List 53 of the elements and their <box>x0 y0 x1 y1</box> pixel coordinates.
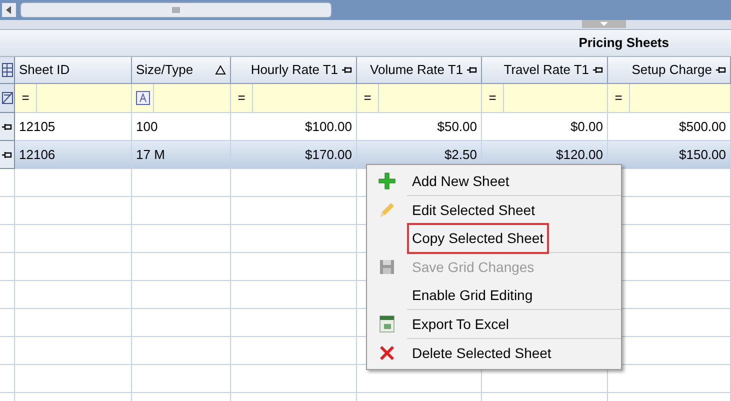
scrollbar-thumb[interactable] <box>20 2 332 18</box>
text-filter-icon[interactable] <box>136 91 150 105</box>
table-cell-text: 100 <box>136 118 158 136</box>
column-chooser-icon[interactable] <box>0 57 15 84</box>
pin-icon[interactable] <box>593 66 603 74</box>
scroll-left-icon[interactable] <box>2 3 16 17</box>
filter-operator[interactable]: = <box>614 88 622 108</box>
spreadsheet-icon <box>379 315 395 333</box>
table-row[interactable]: 12105 100 $100.00 $50.00 $0.00 $500.00 <box>0 113 731 141</box>
table-cell-text: 17 M <box>136 146 165 164</box>
filter-operator[interactable]: = <box>364 88 372 108</box>
table-cell-text: $120.00 <box>556 146 603 164</box>
plus-icon <box>378 172 396 190</box>
filter-operator[interactable]: = <box>22 88 30 108</box>
table-cell-text: $150.00 <box>679 146 726 164</box>
pencil-icon <box>378 201 396 219</box>
pin-icon[interactable] <box>2 122 12 130</box>
column-header[interactable]: Hourly Rate T1 <box>231 57 357 84</box>
menu-item[interactable]: Delete Selected Sheet <box>407 338 556 368</box>
empty-row-selector <box>0 337 15 365</box>
table-cell-text: $50.00 <box>437 118 477 136</box>
pin-icon[interactable] <box>716 66 726 74</box>
column-header[interactable]: Travel Rate T1 <box>482 57 608 84</box>
empty-row-selector <box>0 253 15 281</box>
empty-row-selector <box>0 197 15 225</box>
empty-row-selector <box>0 225 15 253</box>
table-row[interactable]: 12106 17 M $170.00 $2.50 $120.00 $150.00 <box>0 141 731 169</box>
table-cell-text: $0.00 <box>570 118 603 136</box>
table-cell-text: $100.00 <box>305 118 352 136</box>
menu-item[interactable]: Enable Grid Editing <box>407 280 538 310</box>
filter-operator[interactable]: = <box>488 88 496 108</box>
column-header[interactable]: Volume Rate T1 <box>357 57 482 84</box>
x-mark-icon <box>378 344 396 362</box>
pin-icon[interactable] <box>467 66 477 74</box>
table-cell-text: $500.00 <box>679 118 726 136</box>
table-cell-text: 12105 <box>19 118 56 136</box>
filter-operator[interactable]: = <box>238 88 246 108</box>
sort-triangle-icon <box>215 65 226 75</box>
clear-filter-icon[interactable] <box>0 84 15 113</box>
column-header[interactable]: Setup Charge <box>608 57 731 84</box>
menu-item[interactable]: Edit Selected Sheet <box>407 194 540 226</box>
table-cell-text: $170.00 <box>305 146 352 164</box>
pin-icon[interactable] <box>342 66 352 74</box>
empty-row-selector <box>0 309 15 337</box>
empty-row-selector <box>0 281 15 309</box>
menu-item[interactable]: Export To Excel <box>407 308 514 340</box>
column-header[interactable]: Size/Type <box>132 57 231 84</box>
menu-item[interactable]: Copy Selected Sheet <box>407 222 549 254</box>
pin-icon[interactable] <box>2 150 12 158</box>
table-cell-text: $2.50 <box>444 146 477 164</box>
grid-title: Pricing Sheets <box>578 34 669 52</box>
column-header[interactable]: Sheet ID <box>15 57 132 84</box>
table-cell-text: 12106 <box>19 146 56 164</box>
